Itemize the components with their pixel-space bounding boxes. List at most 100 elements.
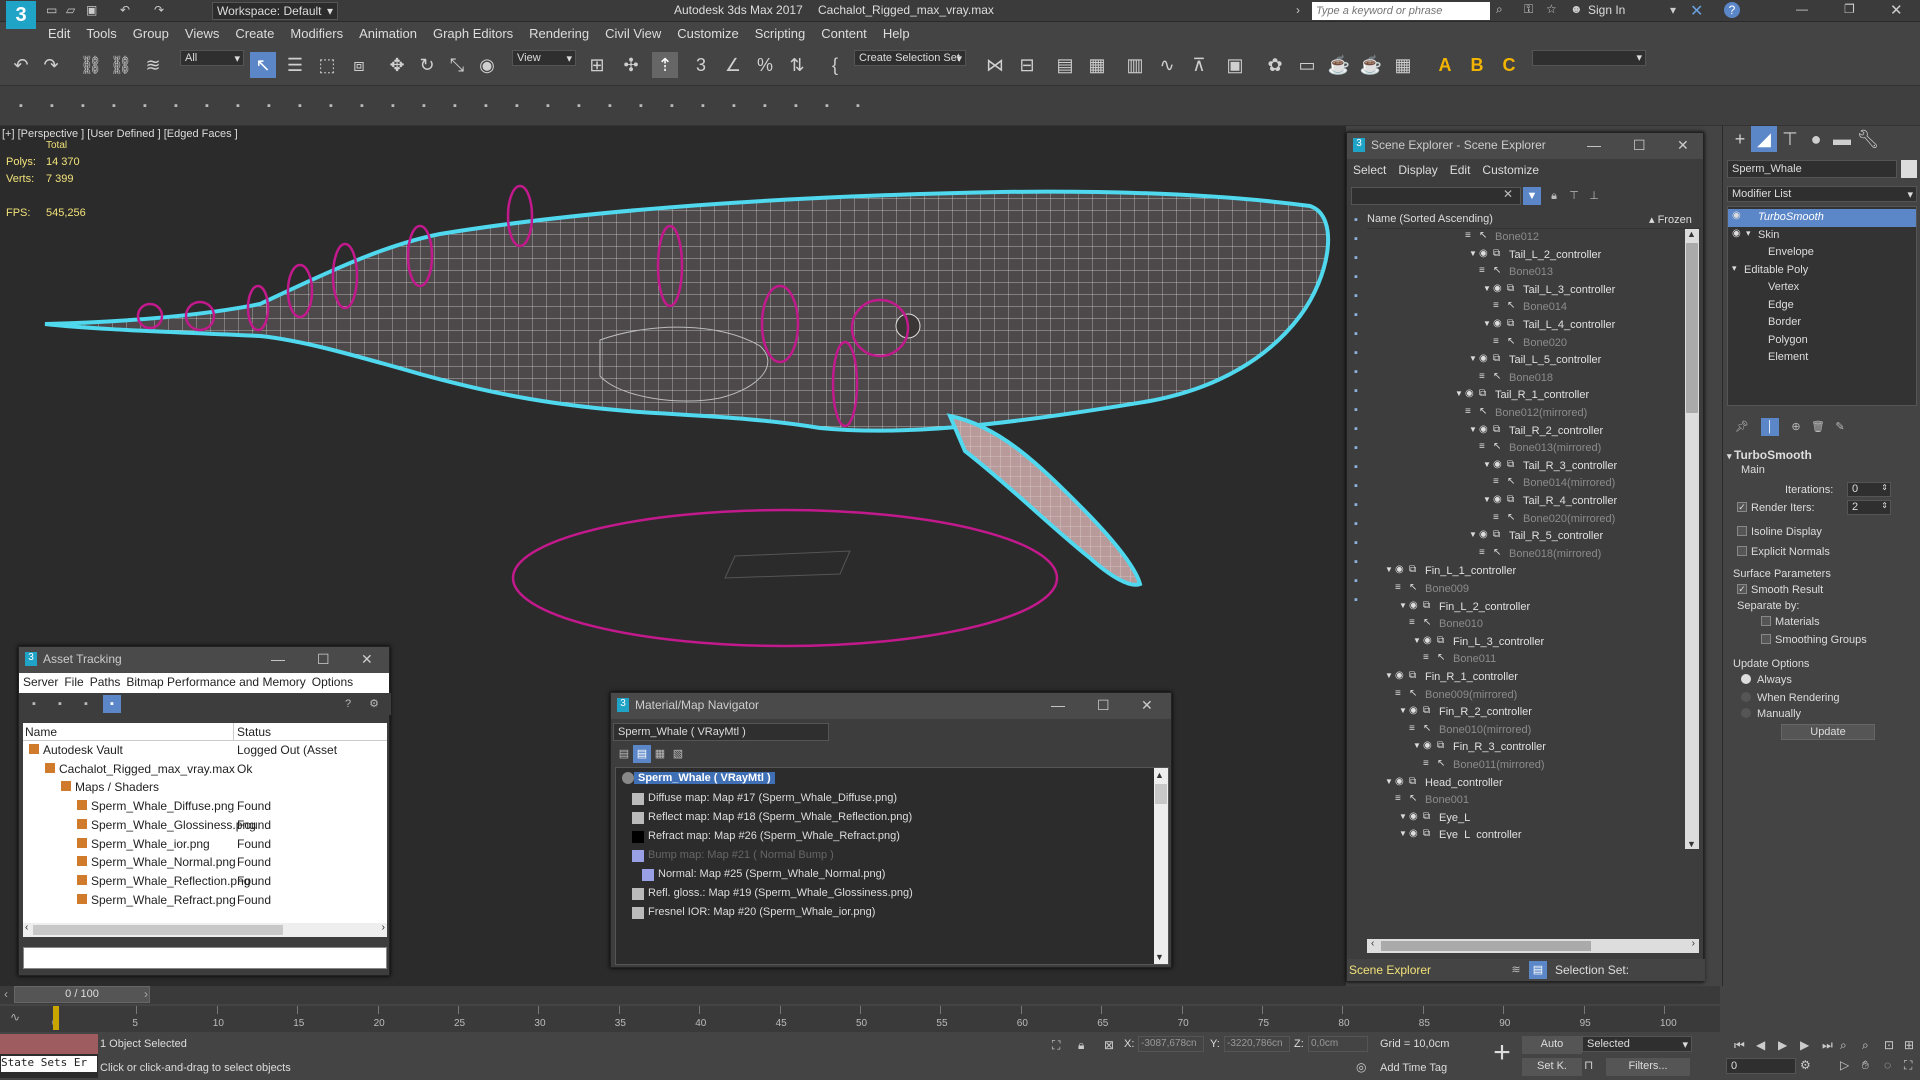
menu-content[interactable]: Content bbox=[813, 22, 875, 41]
app-logo-icon[interactable]: 3 bbox=[6, 1, 36, 29]
scene-item[interactable]: ≡ ↖ Bone018(mirrored) bbox=[1367, 546, 1683, 564]
always-radio[interactable] bbox=[1741, 674, 1751, 684]
binoculars-icon[interactable]: ⌕ bbox=[1496, 2, 1503, 17]
bone-layer-icon[interactable]: ≡ bbox=[1409, 723, 1415, 734]
motion-tab-icon[interactable]: ● bbox=[1803, 126, 1829, 152]
help-circle-icon[interactable]: ▪ bbox=[849, 97, 867, 115]
asset-tracking-titlebar[interactable]: 3 Asset Tracking — ☐ ✕ bbox=[19, 647, 389, 673]
visibility-eye-icon[interactable]: ◉ bbox=[1395, 564, 1404, 575]
font-b-icon[interactable]: B bbox=[1464, 52, 1490, 78]
selection-filter-select[interactable]: All ▾ bbox=[180, 50, 244, 66]
menu-modifiers[interactable]: Modifiers bbox=[282, 22, 351, 41]
asset-row[interactable]: Cachalot_Rigged_max_vray.max Ok bbox=[23, 760, 387, 778]
expand-all-icon[interactable]: ⊥ bbox=[1585, 187, 1603, 205]
containers-filter-icon[interactable]: ▪ bbox=[1347, 401, 1365, 419]
scene-item[interactable]: ≡ ↖ Bone014 bbox=[1367, 299, 1683, 317]
time-tag-icon[interactable]: ◎ bbox=[1356, 1060, 1366, 1074]
menu-tools[interactable]: Tools bbox=[78, 22, 124, 41]
star-icon[interactable]: ☆ bbox=[1546, 2, 1557, 16]
door-icon[interactable]: ▪ bbox=[570, 97, 588, 115]
selection-lock-icon[interactable]: 🔒︎ bbox=[1078, 1038, 1084, 1053]
key-icon[interactable]: ⚿ bbox=[1524, 2, 1533, 17]
expand-arrow-icon[interactable]: ▼ bbox=[1413, 636, 1421, 645]
scene-item[interactable]: ▼ ◉ ⧉ Head_controller bbox=[1367, 775, 1683, 793]
scene-item[interactable]: ▼ ◉ ⧉ Fin_L_2_controller bbox=[1367, 599, 1683, 617]
scene-horizontal-scrollbar[interactable]: ‹ › bbox=[1367, 938, 1699, 953]
layer-mode-icon[interactable]: ▪ bbox=[1347, 553, 1365, 571]
bone-layer-icon[interactable]: ≡ bbox=[1465, 230, 1471, 241]
select-by-name-icon[interactable]: ☰ bbox=[282, 52, 308, 78]
named-selection-set-select[interactable]: Create Selection Set ▾ bbox=[854, 50, 966, 66]
scene-item[interactable]: ≡ ↖ Bone018 bbox=[1367, 370, 1683, 388]
tree-view-icon[interactable]: ▪ bbox=[103, 695, 121, 713]
bone-layer-icon[interactable]: ≡ bbox=[1423, 758, 1429, 769]
time-slider[interactable]: ‹ 0 / 100 › bbox=[0, 986, 1720, 1004]
modifier-toggle-icon[interactable]: ◉ bbox=[1732, 228, 1741, 239]
frozen-filter-icon[interactable]: ▪ bbox=[1347, 420, 1365, 438]
expand-arrow-icon[interactable]: ▼ bbox=[1469, 425, 1477, 434]
asset-row[interactable]: Sperm_Whale_ior.png Found bbox=[23, 835, 387, 853]
visibility-eye-icon[interactable]: ◉ bbox=[1423, 740, 1432, 751]
sort-icon[interactable]: ▤ bbox=[1529, 961, 1547, 979]
play-icon[interactable]: ▶ bbox=[1778, 1038, 1787, 1052]
bone-layer-icon[interactable]: ≡ bbox=[1493, 300, 1499, 311]
go-to-end-icon[interactable]: ⏭ bbox=[1822, 1038, 1833, 1053]
help-icon[interactable]: ? bbox=[1724, 2, 1740, 18]
bone-icon[interactable]: ▪ bbox=[725, 97, 743, 115]
particle-icon[interactable]: ▪ bbox=[477, 97, 495, 115]
layer-explorer-icon[interactable]: ▦ bbox=[1084, 52, 1110, 78]
cameras-filter-icon[interactable]: ▪ bbox=[1347, 287, 1365, 305]
rendered-frame-window-icon[interactable]: ▭ bbox=[1294, 52, 1320, 78]
zoom-extents-icon[interactable]: ⊡ bbox=[1884, 1038, 1894, 1052]
bone-layer-icon[interactable]: ≡ bbox=[1395, 793, 1401, 804]
box-icon[interactable]: ▪ bbox=[322, 97, 340, 115]
visibility-eye-icon[interactable]: ◉ bbox=[1409, 828, 1418, 839]
user-icon[interactable]: ☻ bbox=[1570, 2, 1583, 16]
scene-item[interactable]: ≡ ↖ Bone001 bbox=[1367, 792, 1683, 810]
scale-icon[interactable]: ⤡ bbox=[444, 52, 470, 78]
absolute-mode-icon[interactable]: ⊠ bbox=[1104, 1038, 1114, 1052]
object-name-field[interactable]: Sperm_Whale bbox=[1727, 160, 1897, 178]
layers-icon[interactable]: ▪ bbox=[74, 97, 92, 115]
expand-arrow-icon[interactable]: ▼ bbox=[1399, 829, 1407, 838]
window-icon[interactable]: ▪ bbox=[601, 97, 619, 115]
search-input[interactable] bbox=[1312, 2, 1490, 20]
angle-snap-icon[interactable]: ∠ bbox=[720, 52, 746, 78]
sets-icon[interactable]: ▪ bbox=[1347, 591, 1365, 609]
material-navigator-titlebar[interactable]: 3 Material/Map Navigator — ☐ ✕ bbox=[611, 693, 1171, 719]
close-icon[interactable]: ✕ bbox=[1677, 137, 1689, 154]
asset-horizontal-scrollbar[interactable]: ‹ › bbox=[23, 922, 387, 937]
scene-vertical-scrollbar[interactable]: ▲ ▼ bbox=[1685, 229, 1699, 849]
modifier-stack-item[interactable]: Edge bbox=[1728, 297, 1916, 315]
asset-menu-bitmap[interactable]: Bitmap Performance and Memory bbox=[126, 675, 305, 689]
font-c-icon[interactable]: C bbox=[1496, 52, 1522, 78]
display-tab-icon[interactable]: ▬ bbox=[1829, 126, 1855, 152]
patch-icon[interactable]: ▪ bbox=[508, 97, 526, 115]
maxscript-listener-pink[interactable] bbox=[0, 1034, 98, 1054]
hierarchy-icon[interactable]: ⊤ bbox=[1565, 187, 1583, 205]
redo-icon[interactable]: ↷ bbox=[154, 3, 164, 17]
scene-search-field[interactable] bbox=[1351, 187, 1521, 205]
menu-rendering[interactable]: Rendering bbox=[521, 22, 597, 41]
bone-layer-icon[interactable]: ≡ bbox=[1493, 512, 1499, 523]
visibility-eye-icon[interactable]: ◉ bbox=[1409, 600, 1418, 611]
bone-layer-icon[interactable]: ≡ bbox=[1423, 652, 1429, 663]
isolate-selection-icon[interactable]: ⛶ bbox=[1052, 1038, 1060, 1053]
sun-icon[interactable]: ▪ bbox=[663, 97, 681, 115]
menu-customize[interactable]: Customize bbox=[669, 22, 746, 41]
col-status-header[interactable]: Status bbox=[237, 725, 271, 739]
menu-animation[interactable]: Animation bbox=[351, 22, 425, 41]
modifier-expand-icon[interactable]: ▾ bbox=[1746, 228, 1751, 239]
empty-toolbar-select[interactable]: ▾ bbox=[1532, 50, 1646, 66]
visibility-eye-icon[interactable]: ◉ bbox=[1409, 705, 1418, 716]
asset-row[interactable]: Sperm_Whale_Normal.png Found bbox=[23, 853, 387, 871]
compound-icon[interactable]: ▪ bbox=[446, 97, 464, 115]
scene-item[interactable]: ▼ ◉ ⧉ Tail_R_2_controller bbox=[1367, 423, 1683, 441]
key-mode-select[interactable]: Selected ▾ bbox=[1582, 1036, 1692, 1052]
lock-icon[interactable]: 🔒︎ bbox=[1545, 187, 1563, 205]
sign-in-dropdown-icon[interactable]: ▾ bbox=[1670, 3, 1676, 17]
time-next-icon[interactable]: › bbox=[144, 987, 148, 1001]
view-small-icons-icon[interactable]: ▦ bbox=[651, 745, 669, 763]
modifier-list-select[interactable]: Modifier List ▾ bbox=[1727, 186, 1917, 202]
z-coordinate-field[interactable]: 0,0cm bbox=[1308, 1036, 1368, 1052]
